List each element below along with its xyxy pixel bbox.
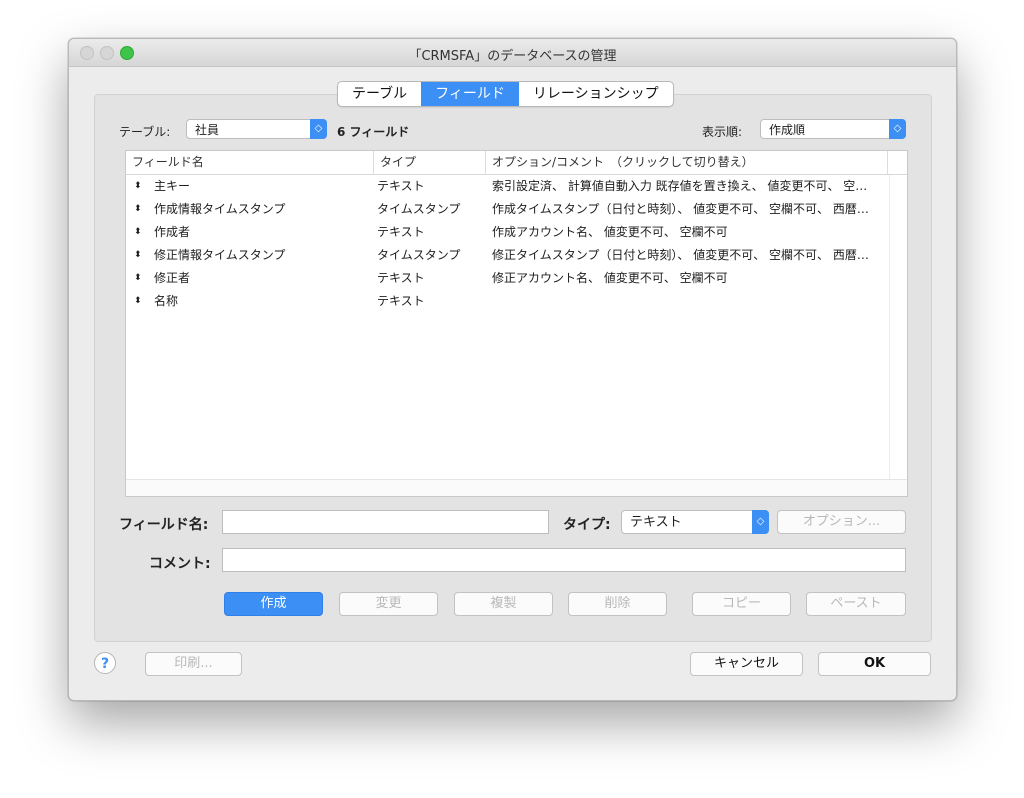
- duplicate-button[interactable]: 複製: [454, 592, 553, 616]
- row-field-name: 作成者: [154, 225, 191, 239]
- create-button[interactable]: 作成: [224, 592, 323, 616]
- row-field-type: テキスト: [377, 294, 425, 308]
- popup-stepper-icon: ◇: [310, 119, 327, 139]
- delete-button[interactable]: 削除: [568, 592, 667, 616]
- row-field-name: 名称: [154, 294, 179, 308]
- row-field-options: 索引設定済、 計算値自動入力 既存値を置き換え、 値変更不可、 空…: [492, 179, 868, 193]
- type-select[interactable]: テキスト ◇: [621, 510, 769, 534]
- row-field-name: 修正者: [154, 271, 191, 285]
- table-row[interactable]: ⬍ 作成情報タイムスタンプ タイムスタンプ 作成タイムスタンプ（日付と時刻）、 …: [126, 198, 890, 221]
- print-button[interactable]: 印刷...: [145, 652, 242, 676]
- row-field-options: 修正アカウント名、 値変更不可、 空欄不可: [492, 271, 728, 285]
- sort-select-value: 作成順: [769, 123, 806, 137]
- cancel-button[interactable]: キャンセル: [690, 652, 803, 676]
- type-label: タイプ:: [563, 517, 611, 533]
- tab-bar: テーブル フィールド リレーションシップ: [337, 81, 674, 107]
- popup-stepper-icon: ◇: [752, 510, 769, 534]
- options-button[interactable]: オプション...: [777, 510, 906, 534]
- window-title: 「CRMSFA」のデータベースの管理: [408, 49, 617, 64]
- type-select-value: テキスト: [630, 515, 682, 530]
- horizontal-scrollbar[interactable]: [126, 479, 907, 496]
- field-count: 6 フィールド: [337, 125, 410, 139]
- ok-button[interactable]: OK: [818, 652, 931, 676]
- paste-button[interactable]: ペースト: [806, 592, 906, 616]
- table-label: テーブル:: [119, 125, 171, 139]
- row-field-type: タイムスタンプ: [377, 248, 461, 262]
- row-drag-handle-icon[interactable]: ⬍: [134, 198, 142, 221]
- table-row[interactable]: ⬍ 名称 テキスト: [126, 290, 890, 313]
- table-select[interactable]: 社員 ◇: [186, 119, 327, 139]
- row-field-type: テキスト: [377, 225, 425, 239]
- column-header-field-name[interactable]: フィールド名: [126, 151, 374, 174]
- table-select-value: 社員: [195, 123, 220, 137]
- field-name-input[interactable]: [222, 510, 549, 534]
- tab-fields[interactable]: フィールド: [421, 82, 519, 106]
- row-field-type: テキスト: [377, 271, 425, 285]
- help-icon[interactable]: ?: [94, 652, 116, 674]
- tab-tables[interactable]: テーブル: [338, 82, 421, 106]
- table-row[interactable]: ⬍ 作成者 テキスト 作成アカウント名、 値変更不可、 空欄不可: [126, 221, 890, 244]
- table-row[interactable]: ⬍ 主キー テキスト 索引設定済、 計算値自動入力 既存値を置き換え、 値変更不…: [126, 175, 890, 198]
- row-drag-handle-icon[interactable]: ⬍: [134, 267, 142, 290]
- row-field-type: テキスト: [377, 179, 425, 193]
- row-drag-handle-icon[interactable]: ⬍: [134, 244, 142, 267]
- column-header-type[interactable]: タイプ: [374, 151, 486, 174]
- vertical-scrollbar[interactable]: [889, 175, 907, 480]
- comment-label: コメント:: [149, 556, 211, 572]
- row-field-name: 作成情報タイムスタンプ: [154, 202, 286, 216]
- field-name-label: フィールド名:: [119, 517, 209, 533]
- row-field-name: 主キー: [154, 179, 191, 193]
- row-field-options: 作成アカウント名、 値変更不可、 空欄不可: [492, 225, 728, 239]
- change-button[interactable]: 変更: [339, 592, 438, 616]
- row-field-type: タイムスタンプ: [377, 202, 461, 216]
- row-drag-handle-icon[interactable]: ⬍: [134, 175, 142, 198]
- manage-database-dialog: 「CRMSFA」のデータベースの管理 テーブル フィールド リレーションシップ …: [68, 38, 957, 701]
- fields-table: フィールド名 タイプ オプション/コメント （クリックして切り替え） ⬍ 主キー…: [125, 150, 908, 497]
- titlebar: 「CRMSFA」のデータベースの管理: [69, 39, 956, 67]
- popup-stepper-icon: ◇: [889, 119, 906, 139]
- row-field-options: 修正タイムスタンプ（日付と時刻）、 値変更不可、 空欄不可、 西暦…: [492, 248, 869, 262]
- table-row[interactable]: ⬍ 修正者 テキスト 修正アカウント名、 値変更不可、 空欄不可: [126, 267, 890, 290]
- tab-relationships[interactable]: リレーションシップ: [519, 82, 673, 106]
- comment-input[interactable]: [222, 548, 906, 572]
- row-drag-handle-icon[interactable]: ⬍: [134, 290, 142, 313]
- copy-button[interactable]: コピー: [692, 592, 791, 616]
- row-field-options: 作成タイムスタンプ（日付と時刻）、 値変更不可、 空欄不可、 西暦…: [492, 202, 869, 216]
- table-header: フィールド名 タイプ オプション/コメント （クリックして切り替え）: [126, 151, 907, 175]
- sort-select[interactable]: 作成順 ◇: [760, 119, 906, 139]
- sort-label: 表示順:: [702, 125, 743, 139]
- column-header-options[interactable]: オプション/コメント （クリックして切り替え）: [486, 151, 888, 174]
- row-field-name: 修正情報タイムスタンプ: [154, 248, 286, 262]
- table-row[interactable]: ⬍ 修正情報タイムスタンプ タイムスタンプ 修正タイムスタンプ（日付と時刻）、 …: [126, 244, 890, 267]
- row-drag-handle-icon[interactable]: ⬍: [134, 221, 142, 244]
